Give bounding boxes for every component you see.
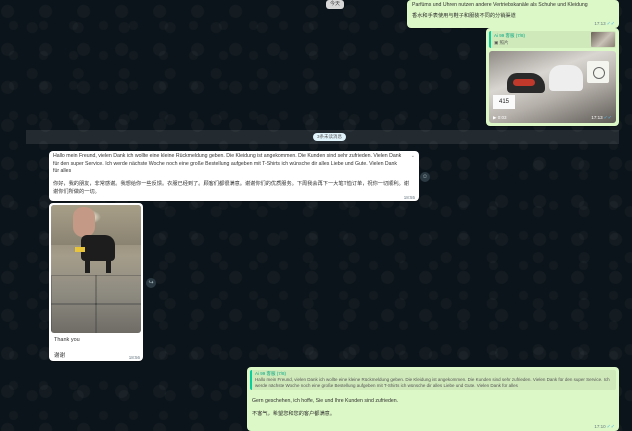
quote-sender: Ai 99 客服 (7/8): [494, 33, 526, 38]
photo-caption-translation: 谢谢: [54, 353, 66, 359]
video-info: ▶ 0:03: [493, 115, 507, 120]
emoji-reaction-icon[interactable]: ☺: [420, 172, 430, 182]
pavement-tile: [95, 303, 141, 333]
read-receipt-icon: ✓✓: [606, 424, 615, 430]
horse-leg: [106, 259, 111, 273]
outgoing-message-1[interactable]: Parfüms und Uhren nutzen andere Vertrieb…: [407, 0, 619, 28]
horse-keychain: [81, 235, 115, 261]
hand: [73, 207, 95, 237]
unread-count-chip: 3条未读消息: [313, 133, 347, 141]
chevron-down-icon[interactable]: ⌄: [411, 153, 415, 159]
photo-caption: Thank you: [54, 337, 80, 343]
date-chip: 今天: [326, 0, 344, 9]
message-text: Gern geschehen, ich hoffe, Sie und Ihre …: [252, 398, 399, 404]
message-text: Parfüms und Uhren nutzen andere Vertrieb…: [412, 2, 588, 8]
photo-icon: ▣: [494, 40, 499, 45]
forward-icon[interactable]: ↪: [146, 278, 156, 288]
pavement-tile: [51, 303, 97, 333]
quote-thumbnail: [591, 32, 615, 47]
pavement-tile: [51, 275, 97, 305]
shoe-white: [549, 65, 583, 91]
shoe-accent: [513, 79, 535, 86]
video-camera-icon: ▶: [493, 115, 497, 120]
message-time: 17:10✓✓: [594, 424, 615, 430]
unread-divider: 3条未读消息: [26, 130, 619, 144]
message-translation: 不客气，希望您和您的客户都满意。: [252, 411, 336, 417]
size-tag: 415: [493, 95, 515, 109]
read-receipt-icon: ✓✓: [603, 115, 612, 121]
shoe-photo[interactable]: 415 ▶ 0:03 17:13✓✓: [489, 51, 616, 123]
shoe-box-card: [587, 61, 609, 83]
outgoing-reply-message[interactable]: Ai 99 客服 (7/8) Hallo mein Freund, vielen…: [247, 367, 619, 431]
quoted-message[interactable]: Ai 99 客服 (7/8) ▣ 照片: [489, 31, 616, 48]
horse-keychain-photo[interactable]: [51, 205, 141, 333]
message-translation: 你好，我的朋友，非常感谢。我想给你一些反馈。衣服已经到了。顾客们都很满意。谢谢你…: [53, 181, 409, 195]
pavement-tile: [95, 275, 141, 305]
incoming-photo-message[interactable]: Thank you 谢谢 18:56: [49, 203, 143, 361]
read-receipt-icon: ✓✓: [606, 21, 615, 27]
incoming-message-1[interactable]: Hallo mein Freund, vielen Dank ich wollt…: [49, 151, 419, 201]
message-translation: 香水和手表使用与鞋子和服装不同的分销渠道: [412, 13, 516, 19]
message-time: 18:56: [128, 355, 140, 360]
keychain-tag: [75, 247, 85, 252]
quote-text: Hallo mein Freund, vielen Dank ich wollt…: [255, 377, 610, 388]
message-time: 18:55: [403, 195, 415, 200]
horse-leg: [85, 259, 90, 273]
message-time: 17:13✓✓: [591, 115, 612, 121]
outgoing-photo-message[interactable]: Ai 99 客服 (7/8) ▣ 照片 415 ▶ 0:03 17:13✓✓: [486, 28, 619, 126]
message-text: Hallo mein Freund, vielen Dank ich wollt…: [53, 153, 402, 174]
message-time: 17:13✓✓: [594, 21, 615, 27]
quote-text: ▣ 照片: [494, 40, 509, 45]
quoted-message[interactable]: Ai 99 客服 (7/8) Hallo mein Freund, vielen…: [250, 370, 616, 390]
